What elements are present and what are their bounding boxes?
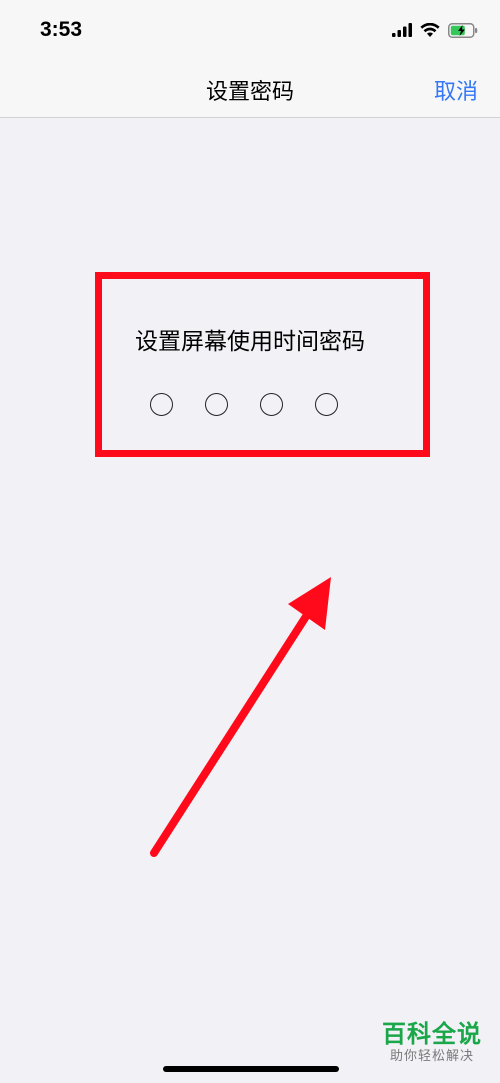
wifi-icon (420, 22, 440, 37)
annotation-arrow-head (288, 577, 331, 630)
passcode-digit-slot (150, 393, 173, 416)
status-time: 3:53 (40, 18, 83, 41)
watermark: 百科全说 助你轻松解决 (372, 1020, 492, 1075)
passcode-digit-slot (315, 393, 338, 416)
annotation-arrow-shaft (150, 600, 318, 857)
battery-charging-icon (448, 22, 478, 38)
status-bar: 3:53 (0, 0, 500, 60)
annotation-highlight-box (95, 272, 430, 457)
home-indicator[interactable] (163, 1066, 339, 1072)
cancel-button[interactable]: 取消 (434, 74, 478, 106)
cellular-signal-icon (392, 23, 412, 37)
watermark-title: 百科全说 (382, 1020, 482, 1048)
page-title: 设置密码 (205, 80, 294, 105)
passcode-prompt: 设置屏幕使用时间密码 (135, 329, 365, 355)
watermark-subtitle: 助你轻松解决 (389, 1049, 474, 1064)
navigation-bar: 设置密码 取消 (0, 60, 500, 118)
passcode-entry-field[interactable] (150, 393, 350, 419)
status-icons (392, 20, 478, 40)
annotation-arrow (150, 577, 331, 857)
passcode-digit-slot (260, 393, 283, 416)
passcode-digit-slot (205, 393, 228, 416)
